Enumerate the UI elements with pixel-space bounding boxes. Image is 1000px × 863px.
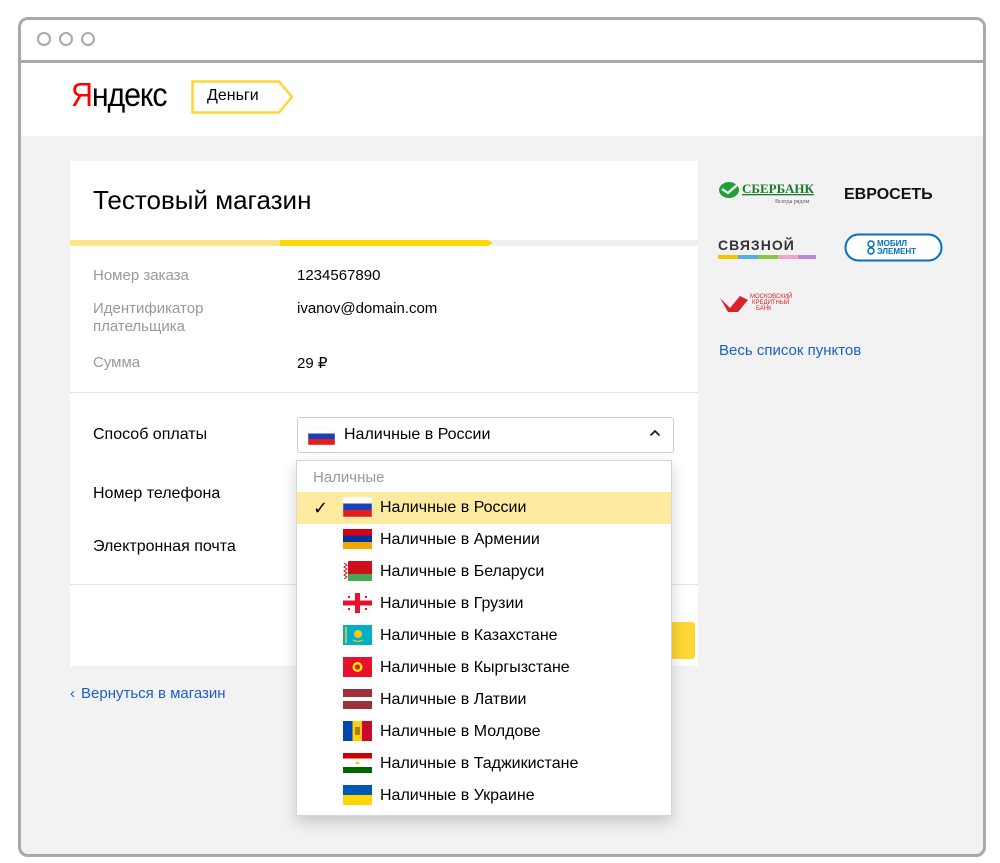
payer-id-value: ivanov@domain.com	[297, 300, 438, 317]
dropdown-option[interactable]: Наличные в Таджикистане	[297, 748, 671, 780]
logo-rest: ндекс	[91, 76, 168, 113]
mobil-element-line2: ЭЛЕМЕНТ	[877, 247, 916, 256]
progress-notch	[488, 240, 493, 246]
all-points-link[interactable]: Весь список пунктов	[719, 342, 861, 359]
dropdown-option-label: Наличные в Казахстане	[380, 627, 558, 644]
window-control-dot[interactable]	[81, 32, 95, 46]
dropdown-option[interactable]: Наличные в Грузии	[297, 588, 671, 620]
payer-id-label: Идентификатор плательщика	[93, 300, 204, 335]
dropdown-group-label: Наличные	[313, 469, 385, 486]
mkb-line3: БАНК	[756, 306, 772, 312]
back-to-shop-link[interactable]: ‹ Вернуться в магазин	[70, 685, 226, 702]
dropdown-option-label: Наличные в Беларуси	[380, 563, 545, 580]
dropdown-option[interactable]: Наличные в Молдове	[297, 716, 671, 748]
georgia-flag-icon	[343, 593, 372, 613]
sum-value: 29 ₽	[297, 355, 328, 372]
window-control-dot[interactable]	[37, 32, 51, 46]
dropdown-option[interactable]: ✓ Наличные в России	[297, 492, 671, 524]
window-titlebar	[21, 20, 983, 63]
dropdown-option[interactable]: Наличные в Латвии	[297, 684, 671, 716]
progress-step-1	[70, 240, 280, 246]
sberbank-logo: СБЕРБАНК Всегда рядом	[718, 180, 818, 211]
dropdown-option[interactable]: Наличные в Украине	[297, 780, 671, 812]
chevron-up-icon	[649, 426, 661, 442]
email-label: Электронная почта	[93, 538, 236, 555]
sberbank-tagline: Всегда рядом	[775, 199, 809, 205]
moldova-flag-icon	[343, 721, 372, 741]
dropdown-option-label: Наличные в Молдове	[380, 723, 541, 740]
phone-label: Номер телефона	[93, 485, 221, 502]
svyaznoy-name: СВЯЗНОЙ	[718, 236, 795, 253]
dropdown-option[interactable]: Наличные в Казахстане	[297, 620, 671, 652]
ukraine-flag-icon	[343, 785, 372, 805]
progress-step-2	[280, 240, 488, 246]
order-number-label: Номер заказа	[93, 267, 189, 284]
progress-bar	[70, 240, 698, 246]
tajikistan-flag-icon	[343, 753, 372, 773]
dropdown-option-label: Наличные в Таджикистане	[380, 755, 579, 772]
russia-flag-icon	[308, 428, 335, 445]
payment-method-dropdown: Наличные ✓ Наличные в России Наличные в …	[296, 460, 672, 816]
dropdown-option[interactable]: Наличные в Армении	[297, 524, 671, 556]
shop-title: Тестовый магазин	[93, 185, 312, 215]
window-control-dot[interactable]	[59, 32, 73, 46]
dropdown-option-label: Наличные в Украине	[380, 787, 535, 804]
mkb-line2: КРЕДИТНЫЙ	[752, 298, 790, 306]
yandex-logo[interactable]: Яндекс	[71, 76, 168, 114]
dropdown-option[interactable]: Наличные в Кыргызстане	[297, 652, 671, 684]
dropdown-option-label: Наличные в Грузии	[380, 595, 524, 612]
progress-notch	[276, 240, 281, 246]
chevron-left-icon: ‹	[70, 685, 75, 702]
service-tag-label: Деньги	[207, 87, 259, 104]
dropdown-option-label: Наличные в Кыргызстане	[380, 659, 570, 676]
order-number-value: 1234567890	[297, 267, 381, 284]
logo-first-letter: Я	[71, 76, 93, 113]
dropdown-option-label: Наличные в Латвии	[380, 691, 527, 708]
section-divider	[70, 392, 698, 393]
svyaznoy-logo: СВЯЗНОЙ	[718, 236, 818, 267]
payment-method-label: Способ оплаты	[93, 426, 208, 443]
sberbank-name: СБЕРБАНК	[742, 181, 815, 196]
page-header: Яндекс Деньги	[21, 63, 983, 136]
payment-method-select[interactable]: Наличные в России	[297, 417, 674, 453]
kyrgyzstan-flag-icon	[343, 657, 372, 677]
euroset-name: ЕВРОСЕТЬ	[844, 186, 933, 203]
mkb-logo: МОСКОВСКИЙ КРЕДИТНЫЙ БАНК	[718, 290, 818, 321]
payment-method-selected: Наличные в России	[344, 426, 491, 443]
armenia-flag-icon	[343, 529, 372, 549]
sum-label: Сумма	[93, 354, 141, 371]
mkb-line1: МОСКОВСКИЙ	[750, 292, 792, 300]
latvia-flag-icon	[343, 689, 372, 709]
dropdown-option-label: Наличные в России	[380, 499, 527, 516]
mobil-element-logo: МОБИЛ ЭЛЕМЕНТ	[844, 233, 944, 268]
pay-button[interactable]	[671, 622, 695, 659]
kazakhstan-flag-icon	[343, 625, 372, 645]
checkmark-icon: ✓	[313, 498, 329, 518]
back-link-label: Вернуться в магазин	[81, 685, 226, 702]
dropdown-option[interactable]: Наличные в Беларуси	[297, 556, 671, 588]
belarus-flag-icon	[343, 561, 372, 581]
dropdown-option-label: Наличные в Армении	[380, 531, 540, 548]
russia-flag-icon	[343, 497, 372, 517]
euroset-logo: ЕВРОСЕТЬ	[844, 183, 948, 210]
